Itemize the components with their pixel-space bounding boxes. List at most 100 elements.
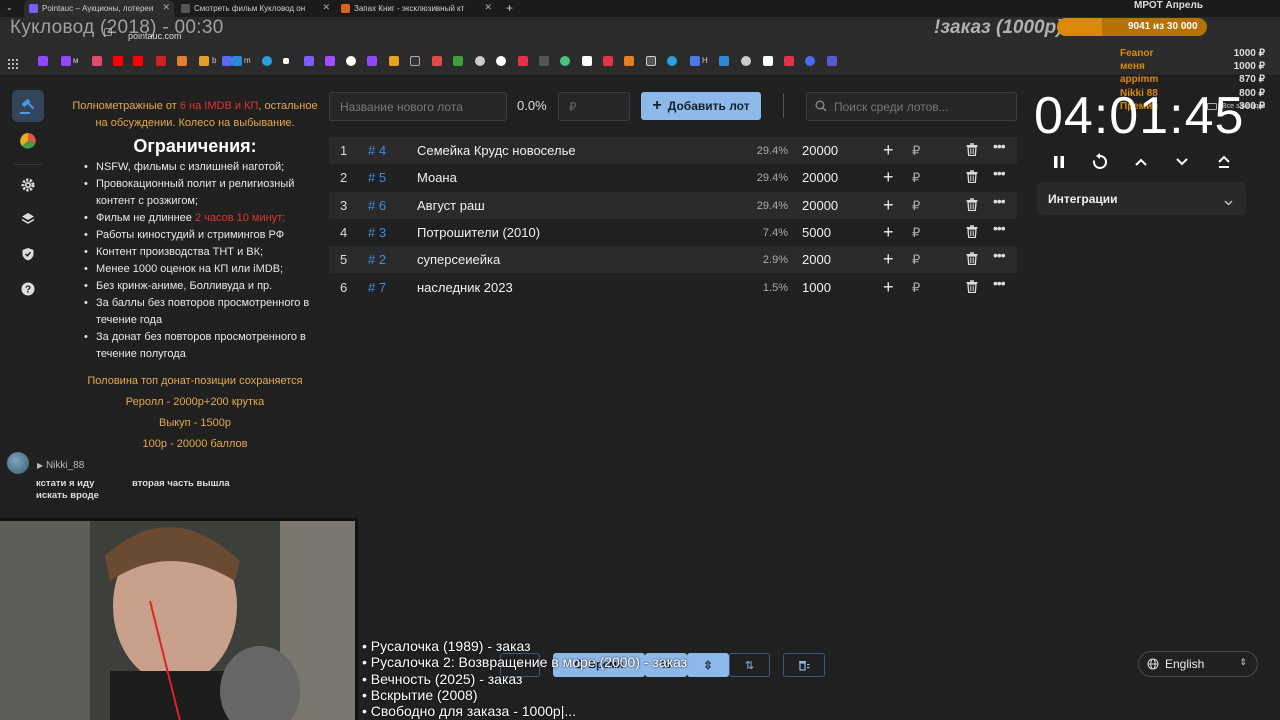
bookmark-icon[interactable] <box>92 56 102 66</box>
new-tab-button[interactable]: + <box>506 1 513 15</box>
delete-lot-button[interactable] <box>966 279 978 296</box>
bookmark-icon[interactable] <box>827 56 837 66</box>
more-options-icon[interactable]: ••• <box>993 165 1006 181</box>
delete-lot-button[interactable] <box>966 143 978 159</box>
lot-name[interactable]: Август раш <box>417 198 485 213</box>
bookmark-icon[interactable] <box>367 56 377 66</box>
delete-lot-button[interactable] <box>966 252 978 268</box>
bookmark-icon[interactable] <box>805 56 815 66</box>
lot-search-input[interactable]: Поиск среди лотов... <box>806 92 1017 121</box>
delete-lot-button[interactable] <box>966 170 978 186</box>
sidebar-item-help[interactable]: ? <box>12 273 44 305</box>
bookmark-icon[interactable] <box>539 56 549 66</box>
reset-timer-button[interactable] <box>1088 150 1112 174</box>
delete-lot-button[interactable] <box>966 225 978 241</box>
add-amount-button[interactable]: + <box>883 195 894 216</box>
more-options-icon[interactable]: ••• <box>993 193 1006 209</box>
sidebar-item-wheel[interactable] <box>12 125 44 157</box>
sidebar-item-settings[interactable] <box>12 169 44 201</box>
bookmark-icon[interactable] <box>325 56 335 66</box>
tab-movie[interactable]: Смотреть фильм Кукловод он ✕ <box>176 0 334 17</box>
add-amount-button[interactable]: + <box>883 140 894 161</box>
bookmark-icon[interactable] <box>199 56 209 66</box>
lot-amount[interactable]: 20000 <box>802 170 838 185</box>
add-amount-button[interactable]: + <box>883 277 894 298</box>
bookmark-icon[interactable] <box>156 56 166 66</box>
lot-row[interactable]: 5 # 2 суперсеиейка 2.9% 2000 + ₽ ••• <box>329 246 1017 274</box>
bookmark-icon[interactable] <box>453 56 463 66</box>
add-lot-button[interactable]: + Добавить лот <box>641 92 761 120</box>
bookmark-youtube-icon[interactable] <box>113 56 123 66</box>
lot-name[interactable]: Семейка Крудс новоселье <box>417 143 576 158</box>
bookmark-icon[interactable] <box>603 56 613 66</box>
bookmark-icon[interactable] <box>582 56 592 66</box>
bookmark-mail-icon[interactable] <box>177 56 187 66</box>
more-options-icon[interactable]: ••• <box>993 247 1006 263</box>
bookmark-icon[interactable] <box>232 56 242 66</box>
sidebar-item-security[interactable] <box>12 238 44 270</box>
bookmark-twitch-icon[interactable] <box>38 56 48 66</box>
bookmark-icon[interactable] <box>304 56 314 66</box>
integrations-dropdown[interactable]: Интеграции <box>1037 182 1246 215</box>
bookmark-icon[interactable] <box>262 56 272 66</box>
lot-name[interactable]: Потрошители (2010) <box>417 225 540 240</box>
lot-row[interactable]: 3 # 6 Август раш 29.4% 20000 + ₽ ••• <box>329 191 1017 219</box>
bookmark-star-icon[interactable] <box>283 58 289 64</box>
sidebar-item-auction[interactable] <box>12 90 44 122</box>
bookmark-icon[interactable] <box>518 56 528 66</box>
lot-row[interactable]: 6 # 7 наследник 2023 1.5% 1000 + ₽ ••• <box>329 274 1017 301</box>
lot-amount[interactable]: 20000 <box>802 143 838 158</box>
lot-row[interactable]: 4 # 3 Потрошители (2010) 7.4% 5000 + ₽ ••• <box>329 219 1017 246</box>
bookmark-icon[interactable] <box>222 56 232 66</box>
more-options-icon[interactable]: ••• <box>993 275 1006 291</box>
add-amount-button[interactable]: + <box>883 222 894 243</box>
lot-row[interactable]: 2 # 5 Моана 29.4% 20000 + ₽ ••• <box>329 164 1017 191</box>
bookmark-icon[interactable] <box>784 56 794 66</box>
close-icon[interactable]: ✕ <box>484 2 492 13</box>
bookmark-icon[interactable] <box>719 56 729 66</box>
apps-grid-icon[interactable] <box>8 56 18 69</box>
tab-pointauc[interactable]: Pointauc – Аукционы, лотереи ✕ <box>24 0 174 17</box>
compress-button[interactable]: ⇳ <box>687 653 729 677</box>
lot-amount[interactable]: 5000 <box>802 225 831 240</box>
bookmark-icon[interactable] <box>346 56 356 66</box>
lot-amount[interactable]: 20000 <box>802 198 838 213</box>
new-lot-amount-input[interactable]: ₽ <box>558 92 630 121</box>
bookmark-icon[interactable] <box>432 56 442 66</box>
bookmark-twitch2-icon[interactable] <box>61 56 71 66</box>
timer-double-up-button[interactable] <box>1212 150 1236 174</box>
close-icon[interactable]: ✕ <box>162 2 170 13</box>
timer-increase-button[interactable] <box>1129 150 1153 174</box>
tab-books[interactable]: Запах Книг - эксклюзивный кт ✕ <box>336 0 496 17</box>
lot-name[interactable]: Моана <box>417 170 457 185</box>
bookmark-icon[interactable] <box>389 56 399 66</box>
bookmark-icon[interactable] <box>690 56 700 66</box>
sidebar-item-layers[interactable] <box>12 203 44 235</box>
language-select[interactable]: English ⇕ <box>1138 651 1258 677</box>
pause-button[interactable] <box>1047 150 1071 174</box>
bookmark-youtube2-icon[interactable] <box>133 56 143 66</box>
delete-all-button[interactable] <box>783 653 825 677</box>
bookmark-icon[interactable] <box>741 56 751 66</box>
bookmark-icon[interactable] <box>763 56 773 66</box>
lot-row[interactable]: 1 # 4 Семейка Крудс новоселье 29.4% 20000 + ₽ •… <box>329 137 1017 164</box>
lot-amount[interactable]: 1000 <box>802 280 831 295</box>
more-options-icon[interactable]: ••• <box>993 138 1006 154</box>
add-amount-button[interactable]: + <box>883 249 894 270</box>
lot-name[interactable]: наследник 2023 <box>417 280 513 295</box>
bookmark-icon[interactable] <box>410 56 420 66</box>
bookmark-icon[interactable] <box>646 56 656 66</box>
bookmark-icon[interactable] <box>475 56 485 66</box>
bookmark-telegram-icon[interactable] <box>667 56 677 66</box>
sort-button[interactable]: ⇅ <box>729 653 770 677</box>
lot-amount[interactable]: 2000 <box>802 252 831 267</box>
timer-decrease-button[interactable] <box>1170 150 1194 174</box>
tab-list-chevron-icon[interactable]: ⌄ <box>6 3 13 12</box>
bookmark-icon[interactable] <box>560 56 570 66</box>
lot-name[interactable]: суперсеиейка <box>417 252 500 267</box>
delete-lot-button[interactable] <box>966 197 978 214</box>
close-icon[interactable]: ✕ <box>322 2 330 13</box>
bookmark-icon[interactable] <box>496 56 506 66</box>
more-options-icon[interactable]: ••• <box>993 220 1006 236</box>
new-lot-name-input[interactable]: Название нового лота <box>329 92 507 121</box>
